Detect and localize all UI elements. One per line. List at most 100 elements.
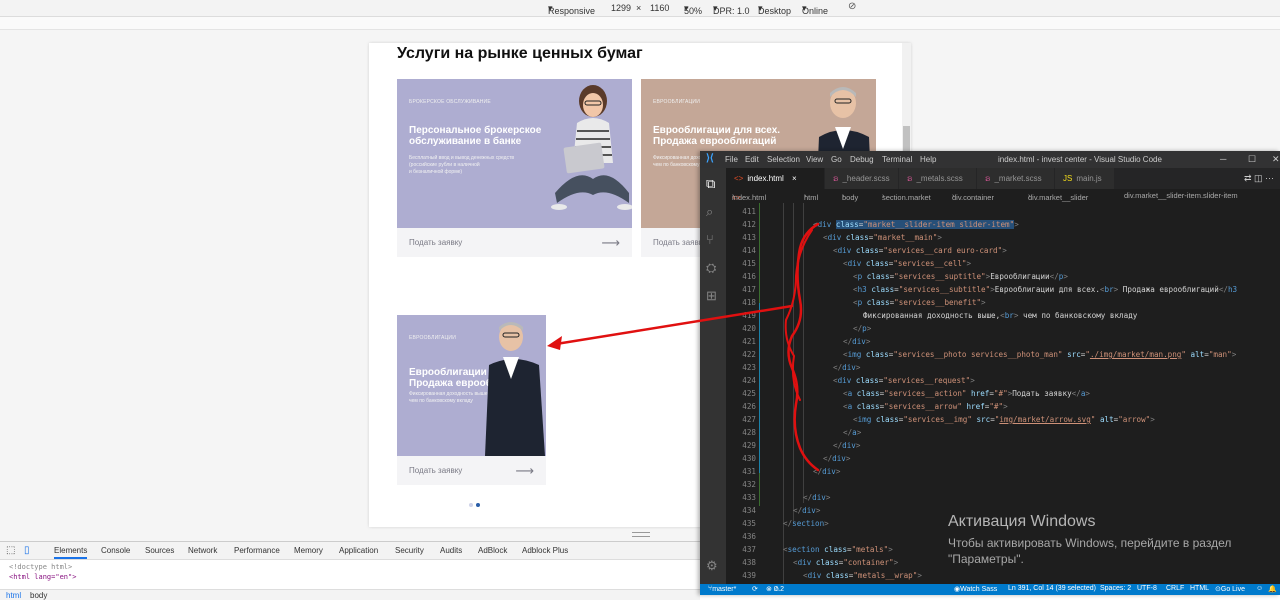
card-kicker: Еврооблигации xyxy=(653,99,701,105)
tab-audits[interactable]: Audits xyxy=(440,546,462,555)
indentation-status[interactable]: Spaces: 2 xyxy=(1100,585,1131,592)
search-icon[interactable]: ⌕ xyxy=(706,204,713,220)
line-number: 420 xyxy=(742,324,756,333)
tab-sources[interactable]: Sources xyxy=(145,546,174,555)
close-icon[interactable]: ✕ xyxy=(1272,154,1280,165)
line-number: 423 xyxy=(742,363,756,372)
crumb-div-container[interactable]: div.container › xyxy=(952,191,994,202)
code-line-434: </div> xyxy=(793,506,821,515)
menu-selection[interactable]: Selection xyxy=(767,155,800,164)
slider-dot[interactable] xyxy=(469,503,473,507)
menu-terminal[interactable]: Terminal xyxy=(882,155,912,164)
tab-close-icon[interactable]: × xyxy=(792,174,797,183)
tab-memory[interactable]: Memory xyxy=(294,546,323,555)
notifications-icon[interactable]: 🔔 xyxy=(1268,585,1277,593)
arrow-right-icon[interactable]: ⟶ xyxy=(515,463,534,479)
problems-status[interactable]: ⊗ 0 ⚠ 2 xyxy=(766,585,784,593)
responsive-select[interactable]: Responsive ▾ xyxy=(548,3,595,16)
activation-line-1: Чтобы активировать Windows, перейдите в … xyxy=(948,536,1232,550)
line-number: 416 xyxy=(742,272,756,281)
editor-actions-icon[interactable]: ⇄ ◫ ··· xyxy=(1244,173,1274,184)
crumb-body[interactable]: body › xyxy=(842,191,858,202)
crumb-file[interactable]: <> index.html › xyxy=(732,191,766,202)
tab-performance[interactable]: Performance xyxy=(234,546,280,555)
tab-header-scss[interactable]: ຣ _header.scss xyxy=(825,168,899,189)
indent-guide xyxy=(803,203,804,503)
device-toggle-icon[interactable]: ▯ xyxy=(24,545,30,556)
encoding-status[interactable]: UTF-8 xyxy=(1137,585,1157,592)
code-line-417: <h3 class="services__subtitle">Еврооблиг… xyxy=(853,285,1238,294)
source-control-icon[interactable]: ⑂ xyxy=(706,232,714,247)
tab-security[interactable]: Security xyxy=(395,546,424,555)
line-number: 415 xyxy=(742,259,756,268)
maximize-icon[interactable]: ☐ xyxy=(1248,154,1256,165)
crumb-html[interactable]: html xyxy=(6,591,21,600)
crumb-div-slider-item[interactable]: div.market__slider-item.slider-item xyxy=(1124,191,1238,200)
sync-icon[interactable]: ⟳ xyxy=(752,585,758,593)
tab-market-scss[interactable]: ຣ _market.scss xyxy=(977,168,1055,189)
dom-breadcrumbs: html body xyxy=(0,589,700,600)
crumb-section-market[interactable]: section.market › xyxy=(882,191,931,202)
tab-elements[interactable]: Elements xyxy=(54,546,88,559)
menu-edit[interactable]: Edit xyxy=(745,155,759,164)
tab-adblock-plus[interactable]: Adblock Plus xyxy=(522,546,568,555)
tab-adblock[interactable]: AdBlock xyxy=(478,546,507,555)
extensions-icon[interactable]: ⊞ xyxy=(706,288,717,304)
code-line-412: <div class="market__slider-item slider-i… xyxy=(813,220,1019,229)
code-line-431: </div> xyxy=(813,467,841,476)
crumb-html[interactable]: html › xyxy=(804,191,818,202)
go-live-status[interactable]: ⊙ Go Live xyxy=(1215,585,1245,593)
slider-dot-active[interactable] xyxy=(476,503,480,507)
line-number: 430 xyxy=(742,454,756,463)
feedback-icon[interactable]: ☺ xyxy=(1256,585,1263,592)
line-number: 412 xyxy=(742,220,756,229)
language-status[interactable]: HTML xyxy=(1190,585,1209,592)
cursor-position[interactable]: Ln 391, Col 14 (39 selected) xyxy=(1008,585,1096,592)
line-number: 414 xyxy=(742,246,756,255)
resize-handle[interactable] xyxy=(632,532,650,537)
card-request-link[interactable]: Подать заявку xyxy=(653,238,706,247)
tab-console[interactable]: Console xyxy=(101,546,130,555)
code-line-428: </a> xyxy=(843,428,862,437)
tab-network[interactable]: Network xyxy=(188,546,217,555)
line-number: 437 xyxy=(742,545,756,554)
menu-view[interactable]: View xyxy=(806,155,823,164)
branch-status[interactable]: ⑂ master* xyxy=(708,585,736,593)
menu-help[interactable]: Help xyxy=(920,155,936,164)
line-number: 411 xyxy=(742,207,756,216)
tab-application[interactable]: Application xyxy=(339,546,378,555)
device-select[interactable]: Desktop ▾ xyxy=(758,3,791,16)
rotate-icon[interactable]: ⊘ xyxy=(848,1,856,12)
tab-main-js[interactable]: JS main.js xyxy=(1055,168,1115,189)
menu-file[interactable]: File xyxy=(725,155,738,164)
inspect-icon[interactable]: ⬚ xyxy=(6,545,15,556)
height-input[interactable]: 1160 xyxy=(650,3,669,13)
dom-line-html[interactable]: <html lang="en"> xyxy=(9,573,76,581)
code-line-414: <div class="services__card euro-card"> xyxy=(833,246,1007,255)
indent-guide xyxy=(793,203,794,523)
arrow-right-icon[interactable]: ⟶ xyxy=(601,235,620,251)
crumb-div-slider[interactable]: div.market__slider › xyxy=(1028,191,1088,202)
card-image-area: Еврооблигации Еврооблигации для всех. Пр… xyxy=(397,315,546,456)
menu-debug[interactable]: Debug xyxy=(850,155,874,164)
menu-go[interactable]: Go xyxy=(831,155,842,164)
eol-status[interactable]: CRLF xyxy=(1166,585,1184,592)
dom-line-doctype[interactable]: <!doctype html> xyxy=(9,563,72,571)
code-line-429: </div> xyxy=(833,441,861,450)
dpr-select[interactable]: DPR: 1.0 ▾ xyxy=(713,3,750,16)
debug-icon[interactable]: ⛭ xyxy=(706,260,716,276)
card-request-link[interactable]: Подать заявку xyxy=(409,238,462,247)
network-select[interactable]: Online ▾ xyxy=(802,3,828,16)
tab-index-html[interactable]: <> index.html × xyxy=(726,168,825,189)
minimize-icon[interactable]: ─ xyxy=(1220,154,1226,164)
crumb-body[interactable]: body xyxy=(30,591,47,600)
width-input[interactable]: 1299 xyxy=(611,3,631,13)
watch-sass-status[interactable]: ◉ Watch Sass xyxy=(954,585,997,593)
tab-metals-scss[interactable]: ຣ _metals.scss xyxy=(899,168,977,189)
vscode-logo-icon: ⟩⟨ xyxy=(706,153,714,164)
code-line-423: </div> xyxy=(833,363,861,372)
explorer-icon[interactable]: ⧉ xyxy=(706,176,715,192)
card-request-link[interactable]: Подать заявку xyxy=(409,466,462,475)
settings-gear-icon[interactable]: ⚙ xyxy=(706,558,718,574)
zoom-select[interactable]: 50% ▾ xyxy=(684,3,702,16)
